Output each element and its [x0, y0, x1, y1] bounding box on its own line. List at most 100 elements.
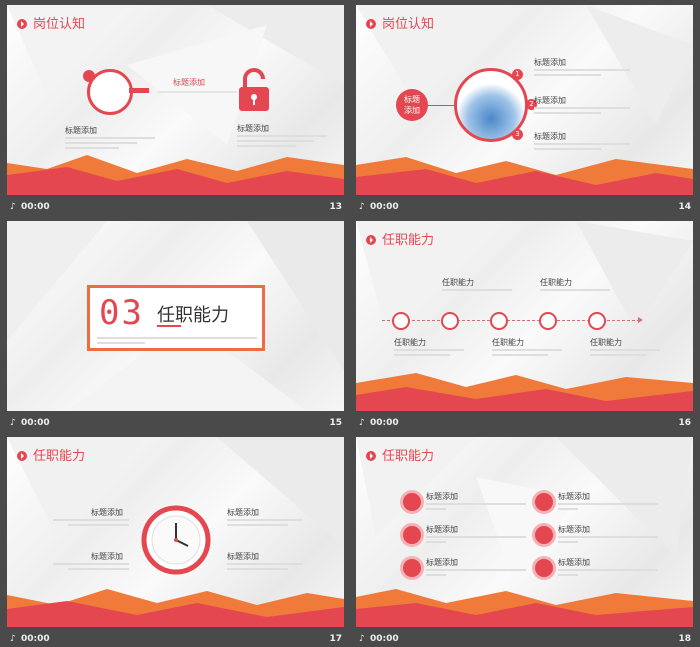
play-circle-icon: [366, 451, 376, 461]
slide-15[interactable]: 03 任职能力: [7, 221, 344, 411]
item-heading-3: 标题添加: [534, 132, 566, 141]
item-text-3: [534, 143, 630, 153]
right-text-1: [558, 503, 658, 513]
slide-14[interactable]: 岗位认知 标题 添加 1 2 3 标题添加 标题添加 标题添加: [356, 5, 693, 195]
slide-title: 岗位认知: [17, 13, 85, 32]
section-number: 03: [99, 293, 144, 333]
connector-arrow: [157, 91, 237, 93]
section-text: [97, 337, 257, 347]
poly-ground: [356, 589, 693, 627]
right-text-1: [227, 519, 303, 529]
left-heading-1: 标题添加: [91, 508, 123, 517]
user-settings-icon: [400, 523, 424, 547]
arrow-head-icon: [638, 317, 643, 323]
left-heading-2: 标题添加: [426, 525, 458, 534]
right-text: [237, 135, 327, 150]
slide-number: 17: [329, 634, 342, 644]
top-label-2: 任职能力: [540, 278, 572, 287]
slide-footer: ♪ 00:00 17: [7, 633, 344, 647]
play-icon[interactable]: ♪: [359, 634, 365, 644]
right-heading-1: 标题添加: [558, 492, 590, 501]
left-text-2: [53, 563, 129, 573]
bottom-label-1: 任职能力: [394, 338, 426, 347]
poly-ground: [7, 155, 344, 195]
timer: 00:00: [370, 634, 399, 644]
timer: 00:00: [21, 634, 50, 644]
bottom-text-1: [394, 349, 464, 359]
play-icon[interactable]: ♪: [359, 202, 365, 212]
slide-title: 任职能力: [17, 445, 85, 464]
badge-3: 3: [512, 129, 523, 140]
left-text-3: [426, 569, 526, 579]
left-text: [65, 137, 155, 152]
search-icon: [532, 523, 556, 547]
play-circle-icon: [366, 235, 376, 245]
key-shaft: [129, 88, 149, 93]
rocket-icon: [400, 490, 424, 514]
timer: 00:00: [21, 202, 50, 212]
play-icon[interactable]: ♪: [359, 418, 365, 428]
play-icon[interactable]: ♪: [10, 634, 16, 644]
timeline-node-5: [588, 312, 606, 330]
timer: 00:00: [21, 418, 50, 428]
timer: 00:00: [370, 418, 399, 428]
badge-1: 1: [512, 69, 523, 80]
slide-footer: ♪ 00:00 18: [356, 633, 693, 647]
timeline-node-2: [441, 312, 459, 330]
slide-footer: ♪ 00:00 14: [356, 201, 693, 215]
slide-number: 18: [678, 634, 691, 644]
right-text-3: [558, 569, 658, 579]
slide-number: 15: [329, 418, 342, 428]
slide-footer: ♪ 00:00 15: [7, 417, 344, 431]
play-icon[interactable]: ♪: [10, 418, 16, 428]
bottom-text-2: [492, 349, 562, 359]
center-label: 标题 添加: [396, 89, 428, 121]
user-badge-icon: [83, 70, 95, 82]
item-text-1: [534, 69, 630, 79]
left-heading-1: 标题添加: [426, 492, 458, 501]
left-heading-3: 标题添加: [426, 558, 458, 567]
slide-number: 14: [678, 202, 691, 212]
item-heading-2: 标题添加: [534, 96, 566, 105]
right-heading-3: 标题添加: [558, 558, 590, 567]
top-text-1: [442, 289, 512, 294]
slide-footer: ♪ 00:00 16: [356, 417, 693, 431]
left-text-1: [53, 519, 129, 529]
checkbox-icon: [532, 556, 556, 580]
connector-label: 标题添加: [173, 78, 205, 87]
timeline-node-1: [392, 312, 410, 330]
section-underline: [157, 325, 181, 327]
play-circle-icon: [366, 19, 376, 29]
right-heading-2: 标题添加: [558, 525, 590, 534]
slide-16[interactable]: 任职能力 任职能力 任职能力 任职能力 任职能力 任职能力: [356, 221, 693, 411]
slide-13[interactable]: 岗位认知 标题添加 标题添加 标题添加: [7, 5, 344, 195]
right-heading-2: 标题添加: [227, 552, 259, 561]
right-heading: 标题添加: [237, 124, 269, 133]
slide-title: 任职能力: [366, 445, 434, 464]
poly-ground: [356, 373, 693, 411]
section-title: 任职能力: [157, 305, 229, 326]
unlock-icon: [239, 68, 269, 111]
right-text-2: [227, 563, 303, 573]
right-text-2: [558, 536, 658, 546]
left-text-2: [426, 536, 526, 546]
top-text-2: [540, 289, 610, 294]
location-pin-icon: [400, 556, 424, 580]
timer: 00:00: [370, 202, 399, 212]
left-text-1: [426, 503, 526, 513]
item-text-2: [534, 107, 630, 117]
bottom-label-3: 任职能力: [590, 338, 622, 347]
poly-ground: [356, 157, 693, 195]
top-label-1: 任职能力: [442, 278, 474, 287]
left-heading: 标题添加: [65, 126, 97, 135]
bottom-text-3: [590, 349, 660, 359]
bottom-label-2: 任职能力: [492, 338, 524, 347]
play-icon[interactable]: ♪: [10, 202, 16, 212]
slide-18[interactable]: 任职能力 标题添加 标题添加 标题添加 标题添加 标题添加 标题添加: [356, 437, 693, 627]
clock-icon: [141, 505, 211, 575]
slide-number: 16: [678, 418, 691, 428]
play-circle-icon: [17, 451, 27, 461]
left-heading-2: 标题添加: [91, 552, 123, 561]
slide-footer: ♪ 00:00 13: [7, 201, 344, 215]
slide-17[interactable]: 任职能力 标题添加 标题添加 标题添加 标题添加: [7, 437, 344, 627]
